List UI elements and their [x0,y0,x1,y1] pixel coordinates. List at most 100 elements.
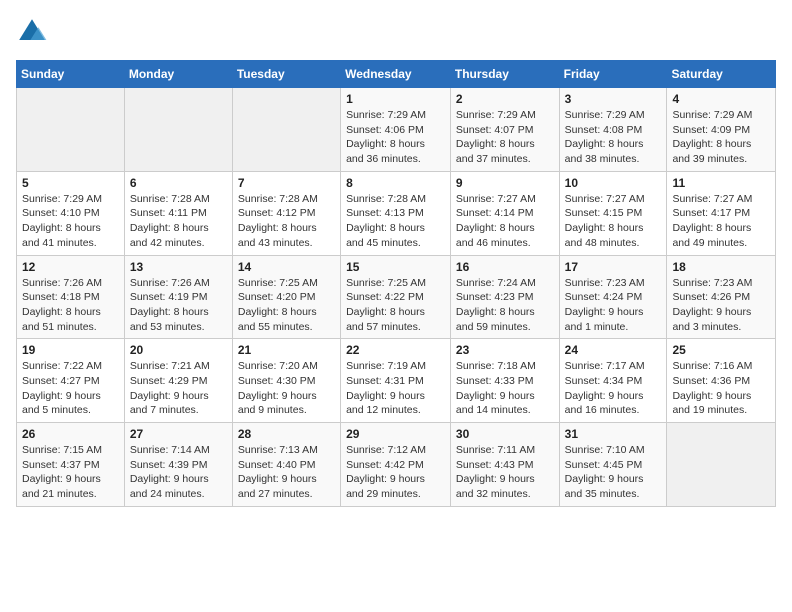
calendar-cell: 7 Sunrise: 7:28 AM Sunset: 4:12 PM Daylig… [232,171,340,255]
calendar-cell: 31 Sunrise: 7:10 AM Sunset: 4:45 PM Dayli… [559,423,667,507]
calendar-cell: 16 Sunrise: 7:24 AM Sunset: 4:23 PM Dayli… [450,255,559,339]
day-number: 25 [672,343,770,357]
day-info: Sunrise: 7:29 AM Sunset: 4:08 PM Dayligh… [565,108,662,167]
calendar-cell: 4Sunrise: 7:29 AM Sunset: 4:09 PM Daylig… [667,88,776,172]
day-number: 1 [346,92,445,106]
calendar-cell: 26Sunrise: 7:15 AM Sunset: 4:37 PM Dayli… [17,423,125,507]
calendar-cell: 3 Sunrise: 7:29 AM Sunset: 4:08 PM Daylig… [559,88,667,172]
day-number: 3 [565,92,662,106]
calendar-cell: 24Sunrise: 7:17 AM Sunset: 4:34 PM Dayli… [559,339,667,423]
day-number: 4 [672,92,770,106]
calendar-cell: 8 Sunrise: 7:28 AM Sunset: 4:13 PM Daylig… [341,171,451,255]
day-info: Sunrise: 7:22 AM Sunset: 4:27 PM Dayligh… [22,359,119,418]
day-number: 27 [130,427,227,441]
day-number: 22 [346,343,445,357]
day-info: Sunrise: 7:26 AM Sunset: 4:19 PM Dayligh… [130,276,227,335]
day-number: 28 [238,427,335,441]
day-info: Sunrise: 7:11 AM Sunset: 4:43 PM Dayligh… [456,443,554,502]
calendar-cell: 23 Sunrise: 7:18 AM Sunset: 4:33 PM Dayli… [450,339,559,423]
header-cell-saturday: Saturday [667,61,776,88]
day-number: 9 [456,176,554,190]
day-info: Sunrise: 7:26 AM Sunset: 4:18 PM Dayligh… [22,276,119,335]
day-number: 15 [346,260,445,274]
week-row-3: 12 Sunrise: 7:26 AM Sunset: 4:18 PM Dayli… [17,255,776,339]
calendar-cell: 5 Sunrise: 7:29 AM Sunset: 4:10 PM Daylig… [17,171,125,255]
calendar-cell: 27 Sunrise: 7:14 AM Sunset: 4:39 PM Dayli… [124,423,232,507]
day-number: 11 [672,176,770,190]
week-row-1: 1 Sunrise: 7:29 AM Sunset: 4:06 PM Daylig… [17,88,776,172]
header-cell-thursday: Thursday [450,61,559,88]
day-info: Sunrise: 7:14 AM Sunset: 4:39 PM Dayligh… [130,443,227,502]
day-info: Sunrise: 7:27 AM Sunset: 4:17 PM Dayligh… [672,192,770,251]
calendar-cell: 20Sunrise: 7:21 AM Sunset: 4:29 PM Dayli… [124,339,232,423]
calendar-cell: 17 Sunrise: 7:23 AM Sunset: 4:24 PM Dayli… [559,255,667,339]
day-number: 16 [456,260,554,274]
calendar-cell [124,88,232,172]
header-cell-sunday: Sunday [17,61,125,88]
day-number: 19 [22,343,119,357]
day-number: 14 [238,260,335,274]
day-info: Sunrise: 7:23 AM Sunset: 4:24 PM Dayligh… [565,276,662,335]
day-info: Sunrise: 7:13 AM Sunset: 4:40 PM Dayligh… [238,443,335,502]
day-number: 20 [130,343,227,357]
day-info: Sunrise: 7:18 AM Sunset: 4:33 PM Dayligh… [456,359,554,418]
day-info: Sunrise: 7:29 AM Sunset: 4:10 PM Dayligh… [22,192,119,251]
day-number: 10 [565,176,662,190]
day-number: 18 [672,260,770,274]
header-cell-tuesday: Tuesday [232,61,340,88]
day-number: 7 [238,176,335,190]
day-number: 5 [22,176,119,190]
calendar-cell: 10 Sunrise: 7:27 AM Sunset: 4:15 PM Dayli… [559,171,667,255]
calendar-cell: 15 Sunrise: 7:25 AM Sunset: 4:22 PM Dayli… [341,255,451,339]
calendar-cell: 28 Sunrise: 7:13 AM Sunset: 4:40 PM Dayli… [232,423,340,507]
logo [16,16,52,48]
calendar-table: SundayMondayTuesdayWednesdayThursdayFrid… [16,60,776,507]
day-info: Sunrise: 7:28 AM Sunset: 4:13 PM Dayligh… [346,192,445,251]
day-number: 6 [130,176,227,190]
calendar-cell [667,423,776,507]
day-info: Sunrise: 7:24 AM Sunset: 4:23 PM Dayligh… [456,276,554,335]
calendar-cell: 13Sunrise: 7:26 AM Sunset: 4:19 PM Dayli… [124,255,232,339]
day-info: Sunrise: 7:27 AM Sunset: 4:14 PM Dayligh… [456,192,554,251]
calendar-cell: 25 Sunrise: 7:16 AM Sunset: 4:36 PM Dayli… [667,339,776,423]
day-info: Sunrise: 7:25 AM Sunset: 4:22 PM Dayligh… [346,276,445,335]
day-info: Sunrise: 7:19 AM Sunset: 4:31 PM Dayligh… [346,359,445,418]
calendar-cell: 12 Sunrise: 7:26 AM Sunset: 4:18 PM Dayli… [17,255,125,339]
week-row-5: 26Sunrise: 7:15 AM Sunset: 4:37 PM Dayli… [17,423,776,507]
day-info: Sunrise: 7:15 AM Sunset: 4:37 PM Dayligh… [22,443,119,502]
header-cell-wednesday: Wednesday [341,61,451,88]
day-info: Sunrise: 7:28 AM Sunset: 4:11 PM Dayligh… [130,192,227,251]
calendar-cell: 22 Sunrise: 7:19 AM Sunset: 4:31 PM Dayli… [341,339,451,423]
calendar-cell: 29 Sunrise: 7:12 AM Sunset: 4:42 PM Dayli… [341,423,451,507]
day-info: Sunrise: 7:20 AM Sunset: 4:30 PM Dayligh… [238,359,335,418]
day-number: 30 [456,427,554,441]
calendar-cell: 18Sunrise: 7:23 AM Sunset: 4:26 PM Dayli… [667,255,776,339]
day-number: 29 [346,427,445,441]
calendar-cell: 19 Sunrise: 7:22 AM Sunset: 4:27 PM Dayli… [17,339,125,423]
page-header [16,16,776,48]
week-row-2: 5 Sunrise: 7:29 AM Sunset: 4:10 PM Daylig… [17,171,776,255]
day-info: Sunrise: 7:29 AM Sunset: 4:07 PM Dayligh… [456,108,554,167]
day-info: Sunrise: 7:27 AM Sunset: 4:15 PM Dayligh… [565,192,662,251]
day-info: Sunrise: 7:28 AM Sunset: 4:12 PM Dayligh… [238,192,335,251]
header-cell-monday: Monday [124,61,232,88]
day-info: Sunrise: 7:10 AM Sunset: 4:45 PM Dayligh… [565,443,662,502]
day-number: 8 [346,176,445,190]
day-number: 24 [565,343,662,357]
calendar-cell: 6 Sunrise: 7:28 AM Sunset: 4:11 PM Daylig… [124,171,232,255]
calendar-cell: 21 Sunrise: 7:20 AM Sunset: 4:30 PM Dayli… [232,339,340,423]
week-row-4: 19 Sunrise: 7:22 AM Sunset: 4:27 PM Dayli… [17,339,776,423]
calendar-cell: 2 Sunrise: 7:29 AM Sunset: 4:07 PM Daylig… [450,88,559,172]
calendar-body: 1 Sunrise: 7:29 AM Sunset: 4:06 PM Daylig… [17,88,776,507]
day-info: Sunrise: 7:12 AM Sunset: 4:42 PM Dayligh… [346,443,445,502]
day-number: 21 [238,343,335,357]
day-number: 17 [565,260,662,274]
day-info: Sunrise: 7:16 AM Sunset: 4:36 PM Dayligh… [672,359,770,418]
day-number: 23 [456,343,554,357]
day-info: Sunrise: 7:29 AM Sunset: 4:06 PM Dayligh… [346,108,445,167]
day-number: 31 [565,427,662,441]
day-number: 2 [456,92,554,106]
day-number: 12 [22,260,119,274]
calendar-cell: 1 Sunrise: 7:29 AM Sunset: 4:06 PM Daylig… [341,88,451,172]
day-info: Sunrise: 7:25 AM Sunset: 4:20 PM Dayligh… [238,276,335,335]
